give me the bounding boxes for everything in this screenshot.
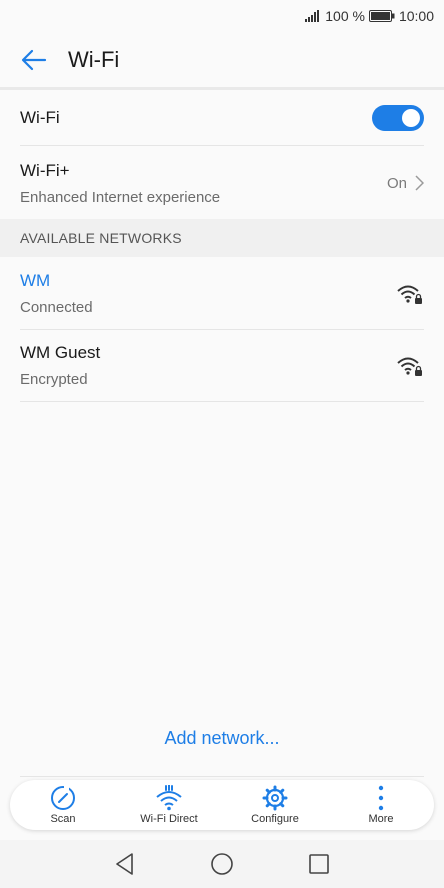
- network-name: WM: [20, 271, 51, 290]
- toggle-knob: [402, 108, 420, 127]
- wifi-plus-value: On: [386, 174, 407, 192]
- wifi-direct-label: Wi-Fi Direct: [140, 813, 198, 825]
- wifi-direct-icon: [156, 785, 182, 811]
- wifi-direct-button[interactable]: Wi-Fi Direct: [120, 785, 218, 825]
- wifi-toggle-label: Wi-Fi: [20, 107, 60, 127]
- signal-icon: [305, 10, 321, 22]
- wifi-plus-row[interactable]: Wi-Fi+ Enhanced Internet experience On: [20, 147, 424, 219]
- app-bar: Wi-Fi: [0, 34, 444, 86]
- wifi-lock-icon: [397, 285, 422, 304]
- add-network-button[interactable]: Add network...: [0, 728, 444, 749]
- page-title: Wi-Fi: [68, 47, 120, 72]
- back-arrow-icon: [21, 49, 47, 71]
- back-button[interactable]: [0, 34, 68, 86]
- nav-home-icon[interactable]: [210, 852, 234, 876]
- status-bar: 100 % 10:00: [0, 0, 444, 32]
- battery-percent: 100 %: [325, 8, 365, 24]
- network-name: WM Guest: [20, 343, 101, 362]
- wifi-toggle-row[interactable]: Wi-Fi: [20, 90, 424, 146]
- bottom-divider: [20, 776, 424, 777]
- wifi-toggle-switch[interactable]: [372, 104, 424, 131]
- network-status: Connected: [20, 299, 93, 316]
- wifi-plus-subtitle: Enhanced Internet experience: [20, 188, 221, 206]
- scan-label: Scan: [50, 813, 76, 825]
- network-status: Encrypted: [20, 371, 88, 388]
- configure-label: Configure: [251, 813, 299, 825]
- wifi-plus-title: Wi-Fi+: [20, 160, 70, 180]
- nav-recents-icon[interactable]: [308, 853, 330, 875]
- section-title: AVAILABLE NETWORKS: [20, 230, 182, 246]
- clock: 10:00: [398, 8, 434, 24]
- configure-button[interactable]: Configure: [226, 785, 324, 825]
- system-nav-bar: [0, 840, 444, 888]
- chevron-right-icon: [415, 175, 424, 191]
- section-header: AVAILABLE NETWORKS: [0, 219, 444, 257]
- scan-button[interactable]: Scan: [14, 785, 112, 825]
- gear-icon: [262, 785, 288, 811]
- wifi-lock-icon: [397, 357, 422, 376]
- more-label: More: [368, 813, 394, 825]
- battery-icon: [368, 10, 395, 22]
- more-button[interactable]: More: [332, 785, 430, 825]
- nav-back-icon[interactable]: [114, 852, 136, 876]
- bottom-toolbar: Scan Wi-Fi Direct Configure More: [10, 780, 434, 830]
- more-vertical-icon: [378, 785, 384, 811]
- network-item[interactable]: WM Guest Encrypted: [20, 330, 424, 402]
- network-item[interactable]: WM Connected: [20, 258, 424, 330]
- scan-icon: [51, 786, 75, 810]
